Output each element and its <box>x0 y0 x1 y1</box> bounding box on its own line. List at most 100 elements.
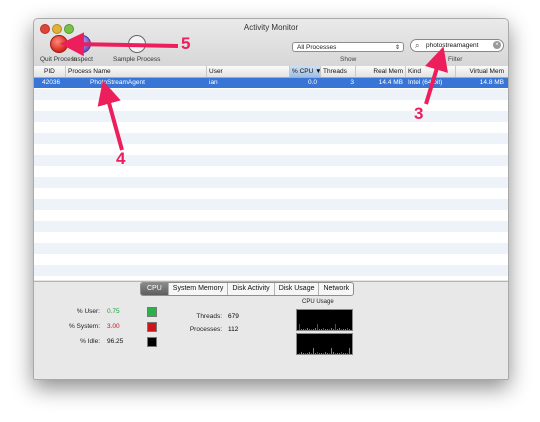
cpu-history-bar <box>319 329 320 330</box>
column-pid[interactable]: PID <box>44 66 55 77</box>
annotation-number-5: 5 <box>181 34 191 53</box>
cpu-history-bar <box>303 329 304 330</box>
system-color-swatch[interactable] <box>147 322 157 332</box>
cpu-history-bar <box>327 329 328 330</box>
cpu-history-bar <box>323 328 324 330</box>
threads-value: 679 <box>228 313 239 320</box>
cpu-history-bar <box>349 348 350 354</box>
cpu-history-bar <box>347 328 348 330</box>
cpu-history-bar <box>313 329 314 330</box>
process-list: 42036 PhotoStreamAgent ian 0.0 3 14.4 MB… <box>34 78 508 280</box>
cpu-history-bar <box>335 353 336 354</box>
idle-color-swatch[interactable] <box>147 337 157 347</box>
cpu-history-bar <box>325 352 326 354</box>
cpu-history-bar <box>341 352 342 354</box>
idle-percent-value: 96.25 <box>107 338 124 345</box>
cpu-history-bar <box>327 353 328 354</box>
cpu-history-bar <box>299 324 300 330</box>
cpu-history-bar <box>333 352 334 354</box>
inspect-label: Inspect <box>72 56 93 63</box>
cpu-history-bar <box>325 329 326 330</box>
column-real-mem[interactable]: Real Mem <box>355 66 405 77</box>
column-process-name[interactable]: Process Name <box>65 66 111 77</box>
cpu-history-bar <box>333 329 334 330</box>
processes-value: 112 <box>228 326 239 333</box>
column-virtual-mem[interactable]: Virtual Mem <box>455 66 508 77</box>
gauge-icon <box>127 35 146 53</box>
cpu-history-bar <box>315 328 316 330</box>
cpu-history-bar <box>339 353 340 354</box>
column-kind[interactable]: Kind <box>405 66 421 77</box>
user-percent-value: 0.75 <box>107 308 120 315</box>
clear-search-icon[interactable]: × <box>493 41 501 49</box>
user-color-swatch[interactable] <box>147 307 157 317</box>
show-processes-popup[interactable]: All Processes ⇕ <box>292 42 404 52</box>
cell-user: ian <box>209 79 218 86</box>
show-label: Show <box>340 56 357 63</box>
cpu-usage-title: CPU Usage <box>302 299 334 305</box>
inspect-button[interactable]: i Inspect <box>72 35 93 63</box>
cell-real-mem: 14.4 MB <box>378 79 403 86</box>
cpu-history-bar <box>317 324 318 330</box>
cell-virtual-mem: 14.8 MB <box>479 79 504 86</box>
cpu-stats-panel: CPU System Memory Disk Activity Disk Usa… <box>34 281 508 379</box>
sample-process-label: Sample Process <box>113 56 161 63</box>
system-percent-label: % System: <box>68 323 100 330</box>
cpu-history-bar <box>309 329 310 330</box>
stats-tab-bar: CPU System Memory Disk Activity Disk Usa… <box>140 282 355 296</box>
tab-disk-activity[interactable]: Disk Activity <box>227 283 273 295</box>
processes-label: Processes: <box>189 326 222 333</box>
cell-kind: Intel (64 bit) <box>408 79 443 86</box>
cpu-history-bar <box>345 329 346 330</box>
idle-percent-label: % Idle: <box>80 338 100 345</box>
annotation-number-4: 4 <box>116 149 126 168</box>
cpu-history-bar <box>301 352 302 354</box>
cpu-history-bar <box>337 353 338 354</box>
cpu-history-bar <box>331 328 332 330</box>
cpu-history-bar <box>305 329 306 330</box>
search-input-value[interactable]: photostreamagent <box>426 40 489 51</box>
cpu-history-bar <box>303 353 304 354</box>
show-popup-value: All Processes <box>297 44 337 51</box>
column-user[interactable]: User <box>206 66 223 77</box>
cpu-history-bar <box>347 353 348 354</box>
filter-label: Filter <box>448 56 463 63</box>
activity-monitor-window: Activity Monitor Quit Process i Inspect … <box>33 18 509 380</box>
tab-network[interactable]: Network <box>318 283 353 295</box>
tab-disk-usage[interactable]: Disk Usage <box>273 283 319 295</box>
column-cpu-label: % CPU <box>292 68 314 75</box>
updown-arrows-icon: ⇕ <box>394 45 400 51</box>
cpu-history-bar <box>343 353 344 354</box>
tab-system-memory[interactable]: System Memory <box>167 283 228 295</box>
cpu-history-bar <box>335 324 336 330</box>
process-table-header: PID Process Name User % CPU ▼ Threads Re… <box>34 66 508 78</box>
system-percent-value: 3.00 <box>107 323 120 330</box>
column-cpu[interactable]: % CPU ▼ <box>289 66 322 77</box>
cpu-history-bar <box>305 353 306 354</box>
cpu-history-bar <box>339 328 340 330</box>
cpu-history-bar <box>315 353 316 354</box>
cpu-history-bar <box>343 329 344 330</box>
info-icon: i <box>73 35 92 53</box>
cpu-history-bar <box>317 352 318 354</box>
cpu-history-bar <box>311 329 312 330</box>
cell-cpu: 0.0 <box>307 79 317 86</box>
stop-icon <box>49 35 68 53</box>
cpu-history-bar <box>345 353 346 354</box>
cpu-history-bar <box>337 329 338 330</box>
cell-pid: 42036 <box>42 79 61 86</box>
filter-search-field[interactable]: ⌕ photostreamagent × <box>410 39 504 52</box>
cpu-history-bar <box>349 329 350 330</box>
cpu-history-bar <box>299 353 300 354</box>
cpu-history-bar <box>329 329 330 330</box>
cpu-usage-graph-core-1 <box>296 309 353 331</box>
tab-cpu[interactable]: CPU <box>141 283 168 295</box>
cpu-history-bar <box>319 353 320 354</box>
cpu-history-bar <box>311 353 312 354</box>
table-row[interactable]: 42036 PhotoStreamAgent ian 0.0 3 14.4 MB… <box>34 78 508 88</box>
search-icon: ⌕ <box>415 41 420 50</box>
cpu-history-bar <box>307 353 308 354</box>
cpu-history-bar <box>329 353 330 354</box>
sample-process-button[interactable]: Sample Process <box>113 35 160 63</box>
column-threads[interactable]: Threads <box>320 66 347 77</box>
